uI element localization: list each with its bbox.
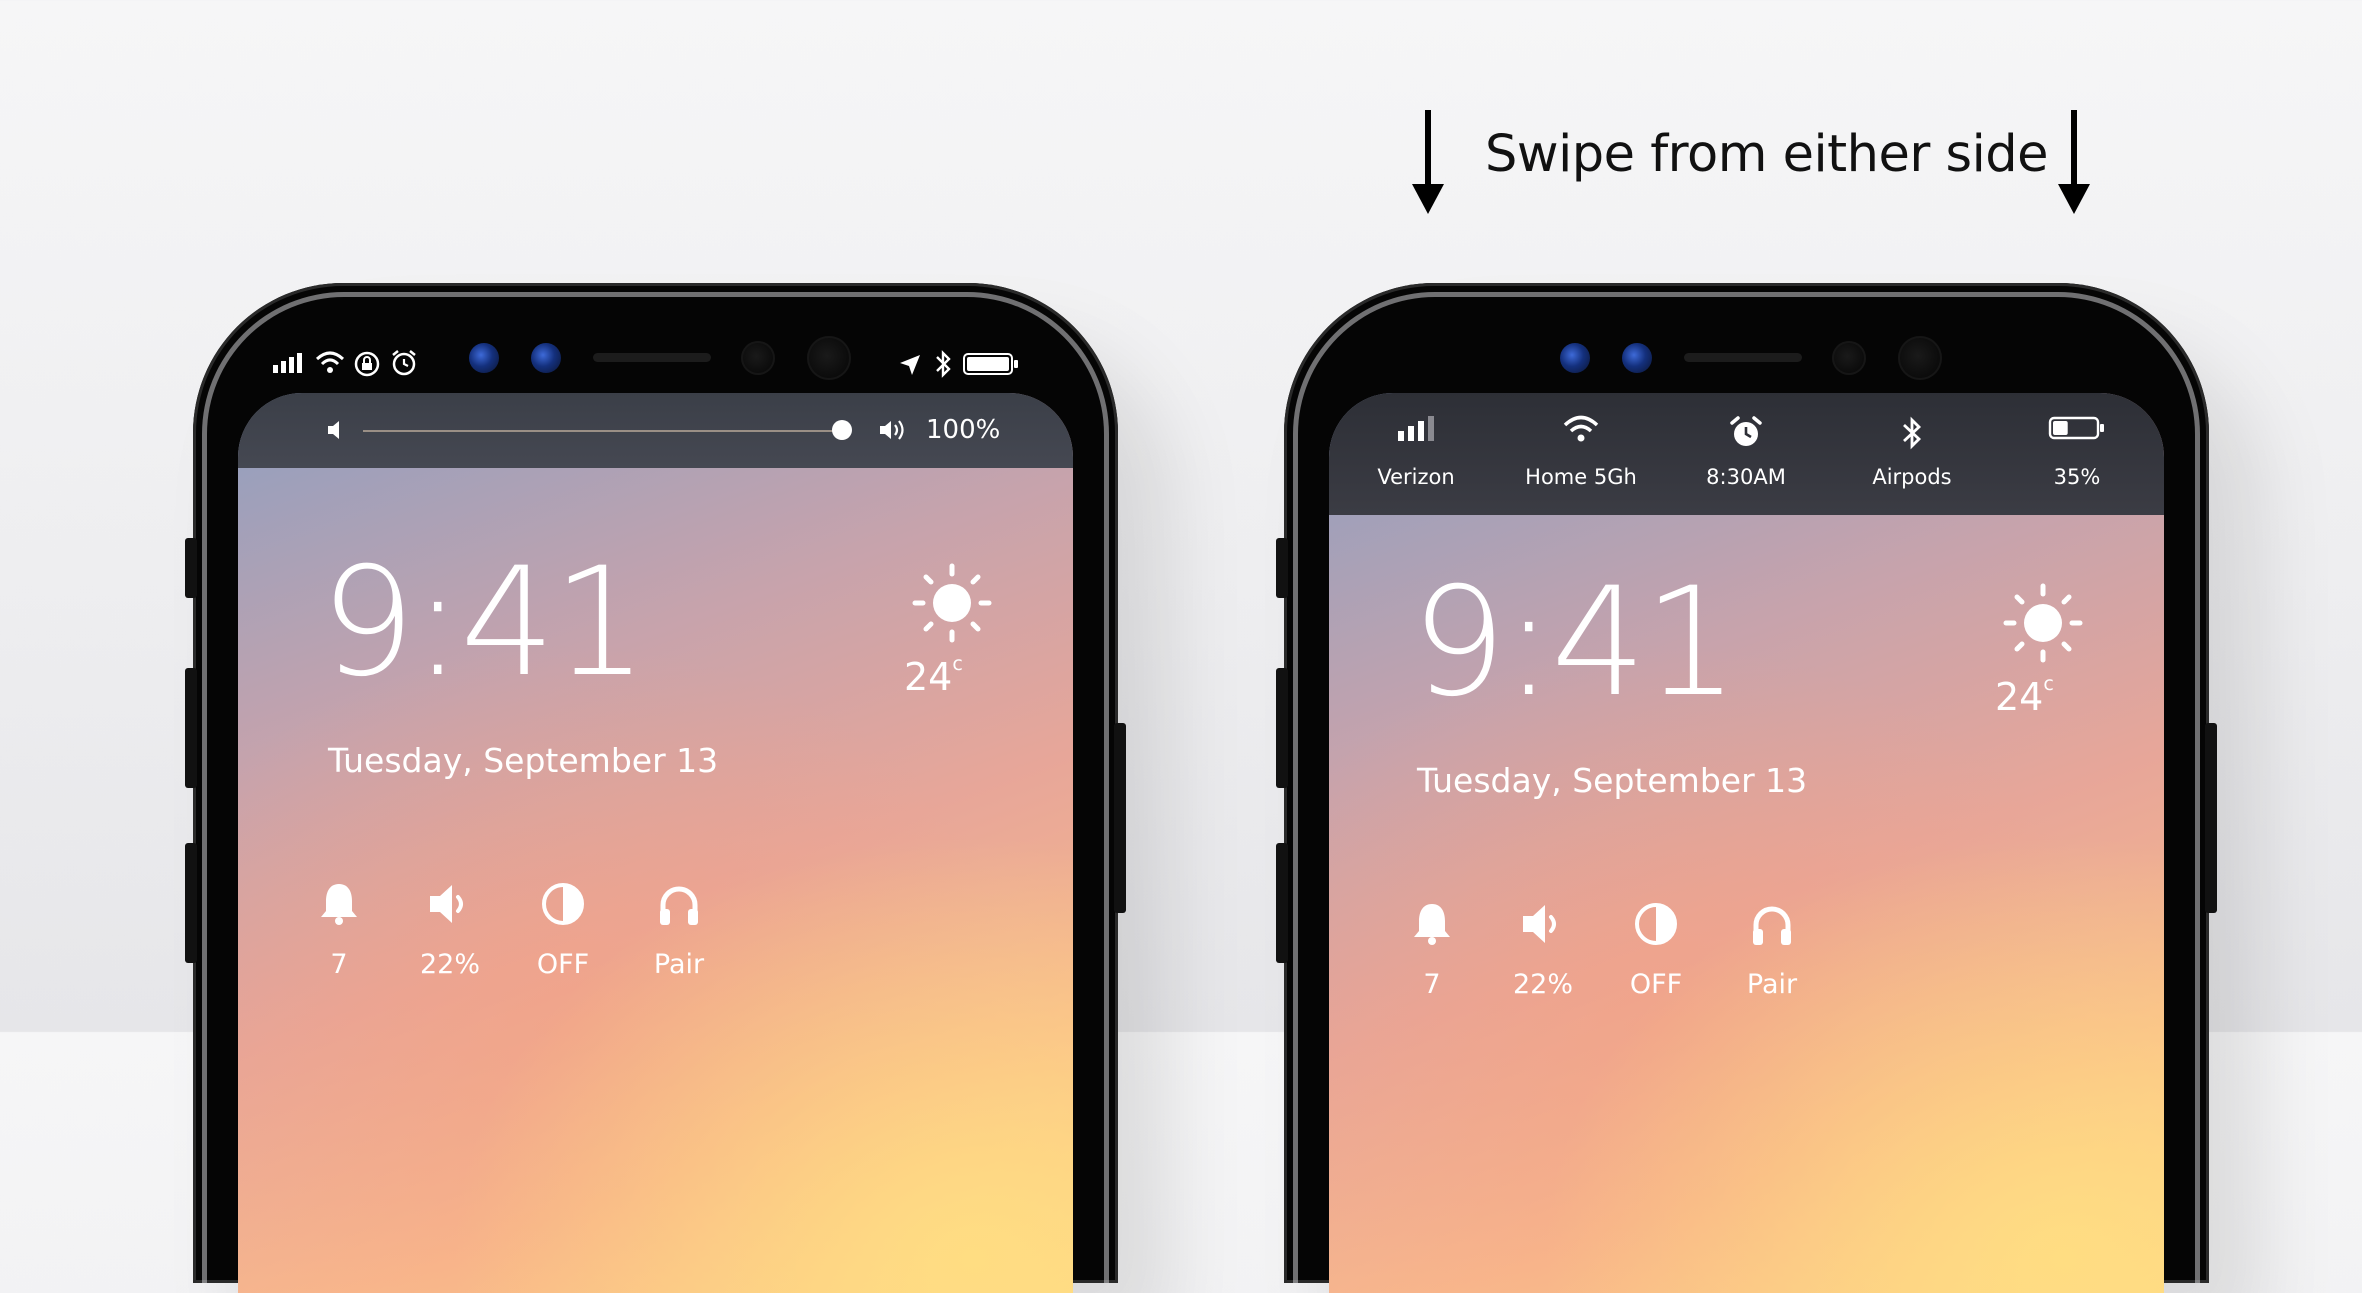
alarm-icon	[392, 350, 416, 376]
wifi-icon	[1563, 415, 1599, 442]
lock-time: 9:41	[320, 536, 648, 710]
quick-action-night-mode[interactable]: OFF	[518, 881, 608, 980]
bluetooth-icon	[1903, 416, 1922, 450]
volume-high-icon[interactable]	[878, 417, 908, 443]
status-item-battery[interactable]: 35%	[1997, 393, 2157, 515]
quick-action-headphones[interactable]: Pair	[634, 881, 724, 980]
temperature-unit: c	[2043, 673, 2054, 695]
rotation-lock-icon	[354, 351, 380, 377]
speaker-icon	[430, 885, 463, 923]
status-panel[interactable]: Verizon Home 5Gh 8:30AM Airpods 35%	[1329, 393, 2164, 515]
status-item-alarm[interactable]: 8:30AM	[1666, 393, 1826, 515]
lock-date: Tuesday, September 13	[328, 741, 719, 780]
proximity-sensor	[741, 341, 775, 375]
proximity-sensor	[1832, 341, 1866, 375]
cellular-signal-icon	[1398, 416, 1434, 441]
power-button	[1114, 723, 1126, 913]
weather-temperature: 24c	[1995, 673, 2054, 719]
volume-up-button	[1276, 668, 1288, 788]
front-sensor	[807, 336, 851, 380]
sun-icon	[2003, 583, 2083, 663]
lock-screen: 100% 9:41 24c Tuesday, September 13 7 22…	[238, 393, 1073, 1293]
volume-up-button	[185, 668, 197, 788]
volume-percent: 100%	[926, 415, 1001, 445]
bell-icon	[321, 884, 357, 925]
earpiece-speaker	[1684, 353, 1802, 362]
phone-mockup-right: Verizon Home 5Gh 8:30AM Airpods 35% 9:41…	[1276, 283, 2217, 1293]
contrast-icon	[542, 883, 584, 925]
status-item-bluetooth[interactable]: Airpods	[1832, 393, 1992, 515]
mute-switch	[185, 538, 197, 598]
cellular-signal-icon	[273, 353, 302, 373]
camera-lens	[1560, 343, 1590, 373]
earpiece-speaker	[593, 353, 711, 362]
mute-switch	[1276, 538, 1288, 598]
quick-action-notifications[interactable]: 7	[1387, 901, 1477, 1000]
battery-icon	[2048, 416, 2104, 440]
bluetooth-icon	[936, 350, 951, 378]
camera-lens	[469, 343, 499, 373]
phone-mockup-left: 100% 9:41 24c Tuesday, September 13 7 22…	[185, 283, 1126, 1293]
volume-slider-track[interactable]	[363, 430, 843, 432]
speaker-icon	[1523, 905, 1556, 943]
sun-icon	[912, 563, 992, 643]
status-item-carrier[interactable]: Verizon	[1336, 393, 1496, 515]
camera-lens	[1622, 343, 1652, 373]
volume-down-button	[185, 843, 197, 963]
quick-action-headphones[interactable]: Pair	[1727, 901, 1817, 1000]
arrow-down-icon	[2058, 110, 2090, 214]
quick-action-volume[interactable]: 22%	[1498, 901, 1588, 1000]
temperature-unit: c	[952, 653, 963, 675]
volume-down-button	[1276, 843, 1288, 963]
headphones-icon	[1753, 906, 1791, 945]
bell-icon	[1414, 904, 1450, 945]
front-sensor	[1898, 336, 1942, 380]
quick-action-volume[interactable]: 22%	[405, 881, 495, 980]
battery-fill	[2053, 421, 2068, 435]
lock-time: 9:41	[1411, 556, 1739, 730]
quick-action-night-mode[interactable]: OFF	[1611, 901, 1701, 1000]
swipe-hint-text: Swipe from either side	[1485, 125, 2049, 184]
alarm-icon	[1730, 416, 1762, 446]
volume-slider-knob[interactable]	[832, 420, 852, 440]
battery-icon	[963, 353, 1018, 375]
camera-lens	[531, 343, 561, 373]
volume-low-icon[interactable]	[326, 419, 346, 441]
arrow-down-icon	[1412, 110, 1444, 214]
contrast-icon	[1635, 903, 1677, 945]
lock-screen: Verizon Home 5Gh 8:30AM Airpods 35% 9:41…	[1329, 393, 2164, 1293]
status-item-wifi[interactable]: Home 5Gh	[1501, 393, 1661, 515]
weather-temperature: 24c	[904, 653, 963, 699]
wifi-icon	[315, 351, 345, 373]
power-button	[2205, 723, 2217, 913]
headphones-icon	[660, 886, 698, 925]
location-arrow-icon	[900, 355, 920, 375]
quick-action-notifications[interactable]: 7	[294, 881, 384, 980]
volume-panel[interactable]: 100%	[238, 393, 1073, 468]
lock-date: Tuesday, September 13	[1417, 761, 1808, 800]
